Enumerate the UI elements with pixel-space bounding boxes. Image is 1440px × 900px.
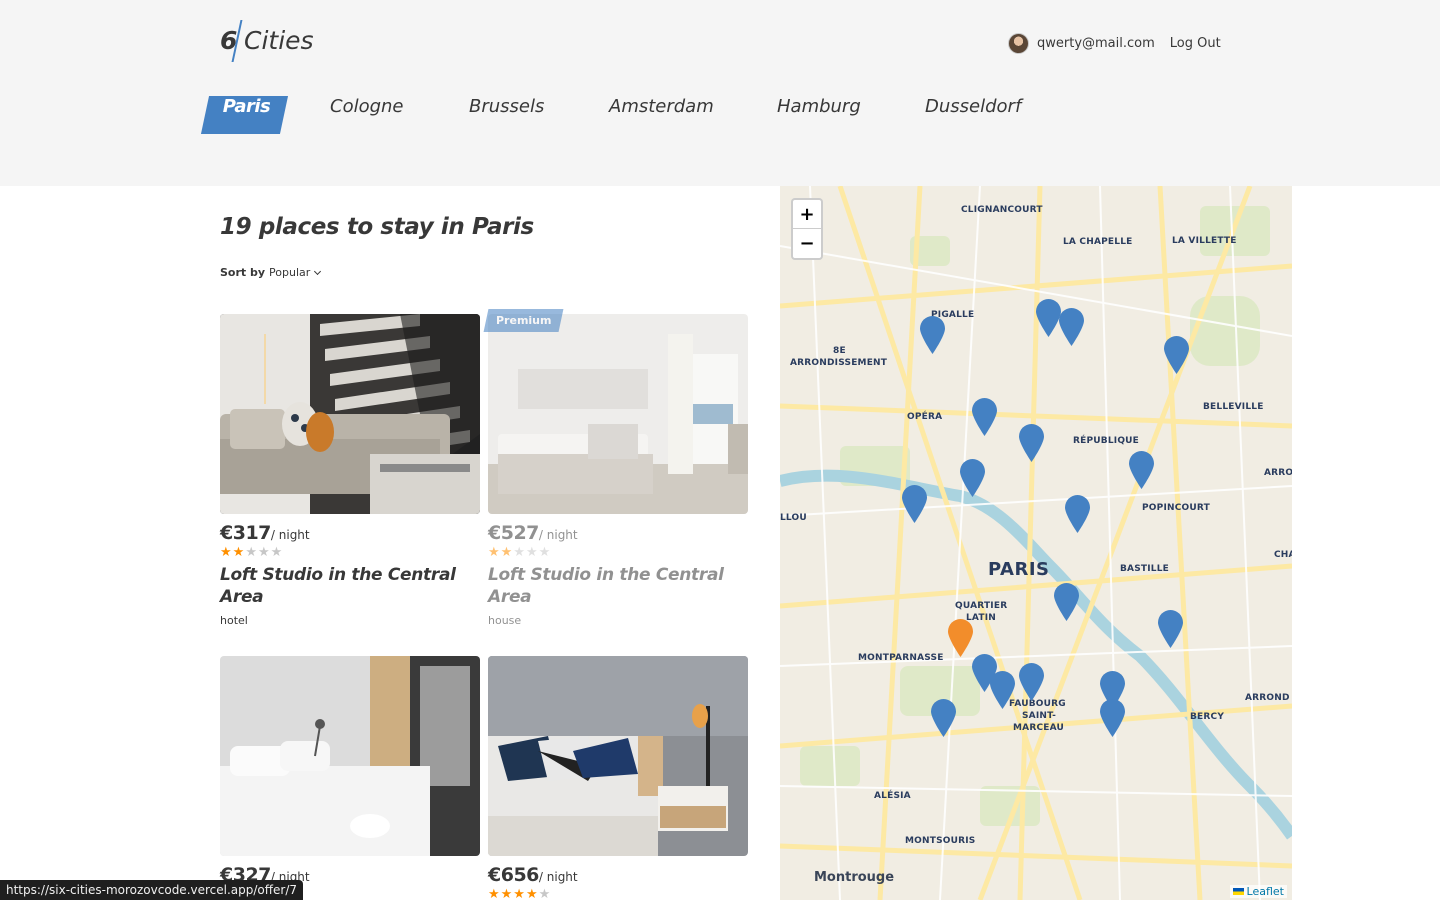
map-pin-icon[interactable] (972, 398, 997, 436)
logo-link[interactable]: 6 Cities (220, 18, 314, 62)
map-pin-icon[interactable] (1036, 299, 1061, 337)
map-pin-icon[interactable] (1019, 663, 1044, 701)
map-tiles (780, 186, 1292, 900)
map-label: Montrouge (814, 870, 895, 885)
place-type: house (488, 614, 522, 627)
map-label: MONTSOURIS (905, 836, 976, 846)
map-pin-icon[interactable] (1100, 699, 1125, 737)
tab-paris[interactable]: Paris (200, 96, 289, 134)
map-label: ARRO (1264, 468, 1292, 478)
rating-stars: ★★★★★ (488, 887, 552, 900)
avatar[interactable] (1008, 32, 1029, 54)
map-pin-icon[interactable] (1019, 424, 1044, 462)
map-label: 8E (833, 346, 846, 356)
status-bar-url: https://six-cities-morozovcode.vercel.ap… (0, 880, 304, 900)
map-label: OPÉRA (907, 412, 943, 422)
map-pin-icon[interactable] (1054, 583, 1079, 621)
map-label: POPINCOURT (1142, 503, 1210, 513)
place-name[interactable]: Loft Studio in the Central Area (488, 564, 748, 608)
map-pin-icon[interactable] (1065, 495, 1090, 533)
logo-text: Cities (244, 26, 314, 55)
tab-brussels[interactable]: Brussels (469, 96, 544, 134)
chevron-down-icon (314, 267, 322, 275)
map-label: CHA (1274, 550, 1292, 560)
user-email[interactable]: qwerty@mail.com (1037, 36, 1155, 51)
map-label: BERCY (1190, 712, 1225, 722)
map-label: QUARTIER (955, 601, 1008, 611)
zoom-in-button[interactable]: + (793, 200, 821, 229)
sort-control[interactable]: Sort by Popular (220, 266, 322, 279)
map-pin-icon[interactable] (990, 671, 1015, 709)
place-image[interactable] (488, 314, 748, 514)
map-pin-icon[interactable] (931, 699, 956, 737)
user-nav: qwerty@mail.com Log Out (1008, 32, 1221, 54)
map-pin-icon[interactable] (960, 459, 985, 497)
map-label: LA CHAPELLE (1063, 237, 1133, 247)
price-period: / night (270, 528, 310, 542)
sort-value[interactable]: Popular (269, 266, 310, 279)
map-pin-icon[interactable] (902, 485, 927, 523)
city-map[interactable]: + − CLIGNANCOURT LA CHAPELLE LA VILLETTE… (780, 186, 1292, 900)
place-image[interactable] (488, 656, 748, 856)
map-pin-icon[interactable] (1129, 451, 1154, 489)
map-pin-icon[interactable] (1059, 308, 1084, 346)
place-price: €656/ night (488, 864, 578, 886)
zoom-control: + − (791, 198, 823, 260)
ukraine-flag-icon (1232, 888, 1244, 895)
map-pin-icon[interactable] (1158, 610, 1183, 648)
place-card[interactable]: Premium €527/ night ★★★★★ Loft Studio in… (483, 309, 748, 627)
premium-badge: Premium (483, 309, 564, 332)
map-label: CLIGNANCOURT (961, 205, 1043, 215)
logout-link[interactable]: Log Out (1170, 36, 1221, 51)
map-label: ALÉSIA (874, 791, 911, 801)
place-image[interactable] (220, 656, 480, 856)
place-name[interactable]: Loft Studio in the Central Area (220, 564, 480, 608)
tab-cologne[interactable]: Cologne (330, 96, 404, 134)
place-card[interactable]: €656/ night ★★★★★ (488, 656, 748, 900)
place-card[interactable]: €317/ night ★★★★★ Loft Studio in the Cen… (220, 314, 480, 627)
map-label: LLOU (780, 513, 807, 523)
place-price: €527/ night (488, 522, 578, 544)
rating-stars: ★★★★★ (488, 545, 552, 560)
places-title: 19 places to stay in Paris (220, 214, 534, 240)
map-label: LA VILLETTE (1172, 236, 1237, 246)
map-label: MARCEAU (1013, 723, 1065, 733)
price-period: / night (538, 528, 578, 542)
map-label: SAINT- (1022, 711, 1057, 721)
map-pin-icon[interactable] (920, 316, 945, 354)
map-label: ARRONDISSEMENT (790, 358, 888, 368)
price-period: / night (538, 870, 578, 884)
tab-dusseldorf[interactable]: Dusseldorf (925, 96, 1021, 134)
place-price: €317/ night (220, 522, 310, 544)
place-type: hotel (220, 614, 248, 627)
map-label: BELLEVILLE (1203, 402, 1264, 412)
map-pin-active-icon[interactable] (948, 619, 973, 657)
sort-label: Sort by (220, 266, 266, 279)
map-pin-icon[interactable] (1164, 336, 1189, 374)
tab-hamburg[interactable]: Hamburg (777, 96, 861, 134)
site-header: 6 Cities qwerty@mail.com Log Out Paris C… (0, 0, 1440, 186)
tab-amsterdam[interactable]: Amsterdam (609, 96, 714, 134)
map-label: BASTILLE (1120, 564, 1170, 574)
map-label: MONTPARNASSE (858, 653, 944, 663)
map-label: RÉPUBLIQUE (1073, 436, 1140, 446)
rating-stars: ★★★★★ (220, 545, 284, 560)
map-label: ARROND (1245, 693, 1290, 703)
place-card[interactable]: €327/ night (220, 656, 480, 886)
zoom-out-button[interactable]: − (793, 229, 821, 258)
map-label: PARIS (988, 559, 1050, 580)
map-attribution[interactable]: Leaflet (1229, 885, 1287, 898)
place-image[interactable] (220, 314, 480, 514)
